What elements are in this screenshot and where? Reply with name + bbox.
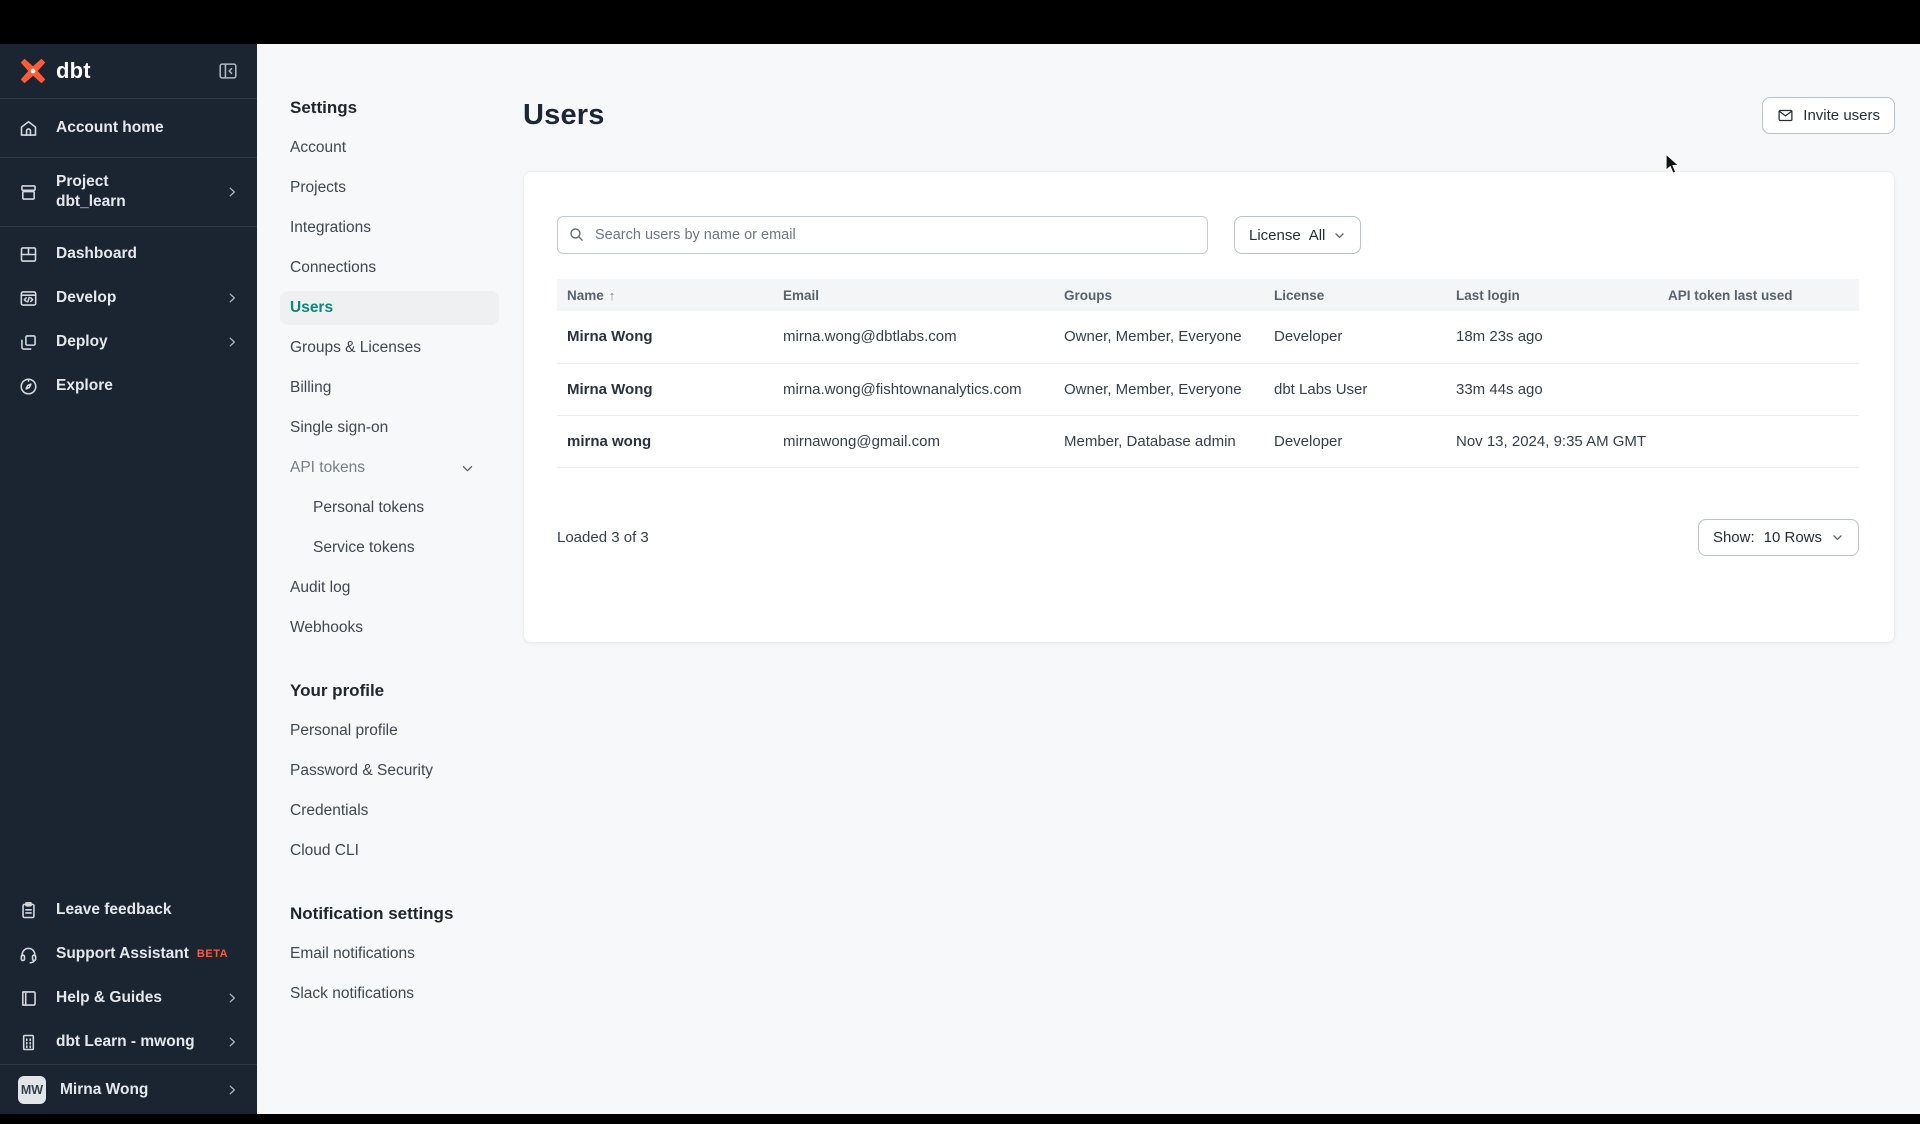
search-users-input[interactable] (557, 216, 1208, 254)
sidebar-item-label: Support Assistant (56, 945, 189, 962)
chevron-right-icon (225, 1035, 239, 1049)
column-header-last-login[interactable]: Last login (1446, 279, 1658, 311)
chevron-right-icon (225, 291, 239, 305)
develop-code-icon (18, 288, 39, 309)
collapse-sidebar-icon[interactable] (217, 60, 239, 82)
users-card: License All Name↑ Email Groups License L… (523, 171, 1895, 643)
clipboard-icon (18, 900, 39, 921)
chevron-down-icon (1831, 531, 1844, 544)
page-title: Users (523, 98, 605, 131)
settings-nav-groups-licenses[interactable]: Groups & Licenses (280, 328, 499, 368)
chevron-right-icon (225, 1083, 239, 1097)
your-profile-heading: Your profile (290, 681, 385, 700)
column-header-email[interactable]: Email (773, 279, 1054, 311)
settings-nav-personal-tokens[interactable]: Personal tokens (280, 488, 499, 528)
chevron-down-icon (1333, 229, 1346, 242)
sidebar-logo-row: dbt (0, 44, 257, 99)
settings-nav: Settings Account Projects Integrations C… (257, 44, 520, 1114)
deploy-icon (18, 332, 39, 353)
settings-nav-email-notifications[interactable]: Email notifications (280, 934, 499, 974)
settings-nav-users[interactable]: Users (280, 291, 499, 325)
sidebar-item-label: Dashboard (56, 245, 137, 262)
sidebar-item-label: dbt Learn - mwong (56, 1033, 195, 1050)
column-header-license[interactable]: License (1264, 279, 1446, 311)
building-icon (18, 1032, 39, 1053)
users-table: Name ↑ Email Groups License Last login AP… (557, 279, 1859, 468)
project-box-icon (18, 182, 39, 203)
invite-users-button[interactable]: Invite users (1762, 96, 1895, 134)
headset-icon (18, 944, 39, 965)
settings-nav-audit-log[interactable]: Audit log (280, 568, 499, 608)
user-name: Mirna Wong (60, 1080, 149, 1098)
settings-nav-connections[interactable]: Connections (280, 248, 499, 288)
chevron-right-icon (225, 335, 239, 349)
settings-nav-webhooks[interactable]: Webhooks (280, 608, 499, 648)
loaded-count-text: Loaded 3 of 3 (557, 528, 649, 546)
license-filter-dropdown[interactable]: License All (1234, 216, 1362, 254)
main-content: Users Invite users License All (520, 44, 1920, 1114)
envelope-icon (1777, 107, 1794, 124)
settings-heading: Settings (290, 98, 358, 117)
notification-settings-heading: Notification settings (290, 904, 454, 923)
home-icon (18, 118, 39, 139)
sidebar-item-label: Leave feedback (56, 901, 172, 918)
sidebar-item-support-assistant[interactable]: Support Assistant BETA (0, 932, 257, 976)
user-avatar: MW (18, 1075, 46, 1104)
settings-nav-password-security[interactable]: Password & Security (280, 751, 499, 791)
column-header-name[interactable]: Name ↑ (557, 279, 773, 311)
project-name: dbt_learn (56, 193, 126, 210)
sidebar-item-label: Develop (56, 289, 117, 306)
table-header-row: Name ↑ Email Groups License Last login AP… (557, 279, 1859, 311)
sidebar: dbt Account home Project dbt_learn Dashb… (0, 44, 257, 1114)
explore-compass-icon (18, 376, 39, 397)
chevron-right-icon (225, 185, 239, 199)
search-icon (568, 226, 585, 243)
rows-per-page-dropdown[interactable]: Show: 10 Rows (1697, 518, 1859, 556)
top-black-bar (0, 0, 1920, 44)
sidebar-item-label: Help & Guides (56, 989, 162, 1006)
book-icon (18, 988, 39, 1009)
settings-nav-cloud-cli[interactable]: Cloud CLI (280, 831, 499, 871)
dbt-logo-text: dbt (56, 58, 91, 83)
settings-nav-single-sign-on[interactable]: Single sign-on (280, 408, 499, 448)
column-header-groups[interactable]: Groups (1054, 279, 1264, 311)
settings-nav-billing[interactable]: Billing (280, 368, 499, 408)
sidebar-item-project[interactable]: Project dbt_learn (0, 158, 257, 226)
dashboard-icon (18, 244, 39, 265)
settings-nav-projects[interactable]: Projects (280, 168, 499, 208)
sidebar-item-user-menu[interactable]: MW Mirna Wong (0, 1065, 257, 1114)
column-header-api-token[interactable]: API token last used (1658, 279, 1859, 311)
table-row[interactable]: Mirna Wong mirna.wong@dbtlabs.com Owner,… (557, 311, 1859, 364)
settings-nav-integrations[interactable]: Integrations (280, 208, 499, 248)
sort-ascending-icon: ↑ (608, 287, 616, 303)
sidebar-item-dashboard[interactable]: Dashboard (0, 232, 257, 276)
settings-nav-account[interactable]: Account (280, 128, 499, 168)
table-row[interactable]: mirna wong mirnawong@gmail.com Member, D… (557, 415, 1859, 468)
settings-nav-credentials[interactable]: Credentials (280, 791, 499, 831)
app-window: dbt Account home Project dbt_learn Dashb… (0, 44, 1920, 1114)
sidebar-item-account-home[interactable]: Account home (0, 99, 257, 157)
sidebar-item-label: Deploy (56, 333, 108, 350)
chevron-down-icon (460, 461, 475, 476)
sidebar-item-explore[interactable]: Explore (0, 364, 257, 408)
chevron-right-icon (225, 991, 239, 1005)
table-row[interactable]: Mirna Wong mirna.wong@fishtownanalytics.… (557, 363, 1859, 416)
sidebar-item-develop[interactable]: Develop (0, 276, 257, 320)
settings-nav-personal-profile[interactable]: Personal profile (280, 711, 499, 751)
dbt-logo-icon (18, 56, 48, 86)
project-label: Project (56, 173, 109, 190)
settings-nav-service-tokens[interactable]: Service tokens (280, 528, 499, 568)
sidebar-item-dbt-learn[interactable]: dbt Learn - mwong (0, 1020, 257, 1064)
settings-nav-api-tokens[interactable]: API tokens (280, 448, 499, 488)
sidebar-item-label: Account home (56, 119, 164, 136)
sidebar-item-help-guides[interactable]: Help & Guides (0, 976, 257, 1020)
sidebar-item-deploy[interactable]: Deploy (0, 320, 257, 364)
sidebar-item-leave-feedback[interactable]: Leave feedback (0, 888, 257, 932)
settings-nav-slack-notifications[interactable]: Slack notifications (280, 974, 499, 1014)
beta-badge: BETA (196, 948, 229, 960)
sidebar-item-label: Explore (56, 377, 113, 394)
